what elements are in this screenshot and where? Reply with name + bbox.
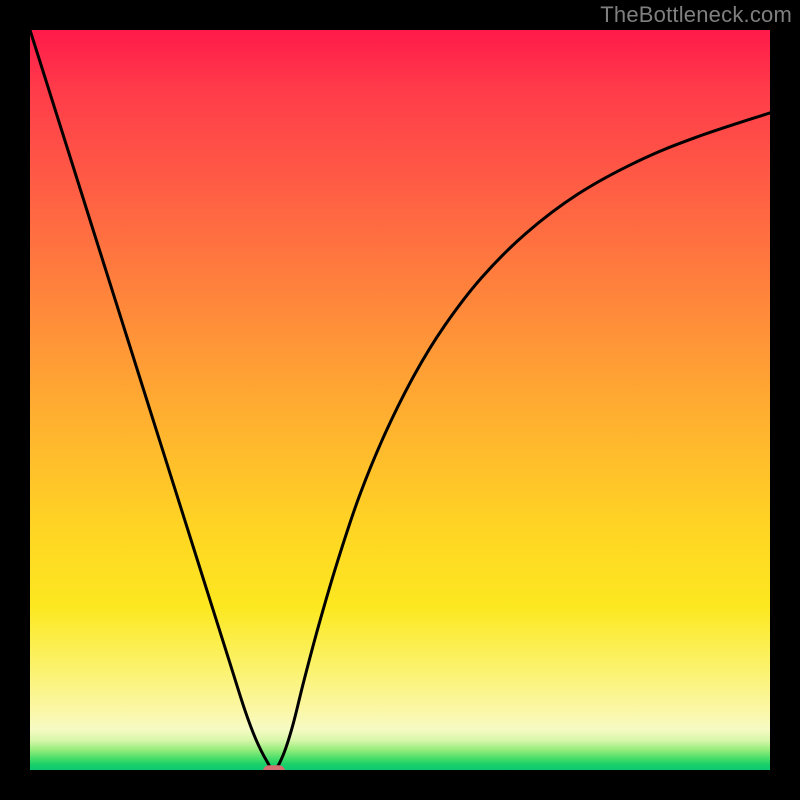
chart-frame: TheBottleneck.com — [0, 0, 800, 800]
curve-svg — [30, 30, 770, 770]
watermark-text: TheBottleneck.com — [600, 2, 792, 28]
min-marker — [263, 765, 285, 770]
plot-area — [30, 30, 770, 770]
bottleneck-curve-path — [30, 30, 770, 770]
